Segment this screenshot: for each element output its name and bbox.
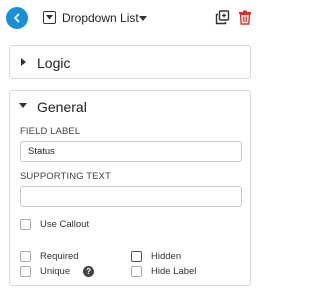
hidden-label: Hidden <box>151 251 182 262</box>
unique-label: Unique <box>40 266 71 277</box>
field-label-caption: FIELD LABEL <box>20 126 81 137</box>
chevron-down-icon[interactable] <box>139 16 147 21</box>
general-section-title: General <box>37 99 87 115</box>
field-header: Dropdown List <box>0 0 265 36</box>
hidden-option[interactable]: Hidden <box>131 251 181 262</box>
required-label: Required <box>40 251 79 262</box>
copy-icon <box>215 10 230 25</box>
supporting-text-caption: SUPPORTING TEXT <box>20 171 111 182</box>
use-callout-label: Use Callout <box>40 219 90 230</box>
caret-right-icon <box>21 58 26 66</box>
required-checkbox[interactable] <box>20 251 31 262</box>
copy-button[interactable] <box>215 10 230 25</box>
chevron-left-icon <box>14 13 20 23</box>
help-icon[interactable]: ? <box>83 266 95 277</box>
delete-button[interactable] <box>238 10 252 25</box>
logic-section: Logic <box>9 45 251 79</box>
field-label-input[interactable] <box>20 141 242 162</box>
use-callout-option[interactable]: Use Callout <box>20 219 89 230</box>
general-section: General FIELD LABEL SUPPORTING TEXT Use … <box>9 90 251 286</box>
field-type-label[interactable]: Dropdown List <box>62 11 139 25</box>
dropdown-list-icon <box>43 11 56 24</box>
required-option[interactable]: Required <box>20 251 79 262</box>
trash-icon <box>239 10 251 25</box>
supporting-text-input[interactable] <box>20 186 242 207</box>
hide-label-checkbox[interactable] <box>131 266 142 277</box>
hide-label-label: Hide Label <box>151 266 197 277</box>
unique-checkbox[interactable] <box>20 266 31 277</box>
hidden-checkbox[interactable] <box>131 251 142 262</box>
back-button[interactable] <box>6 7 28 29</box>
caret-down-icon <box>19 103 27 108</box>
unique-option[interactable]: Unique ? <box>20 266 95 277</box>
use-callout-checkbox[interactable] <box>20 219 31 230</box>
logic-section-toggle[interactable]: Logic <box>10 46 250 78</box>
hide-label-option[interactable]: Hide Label <box>131 266 196 277</box>
general-section-toggle[interactable]: General <box>10 91 250 123</box>
logic-section-title: Logic <box>37 55 71 71</box>
